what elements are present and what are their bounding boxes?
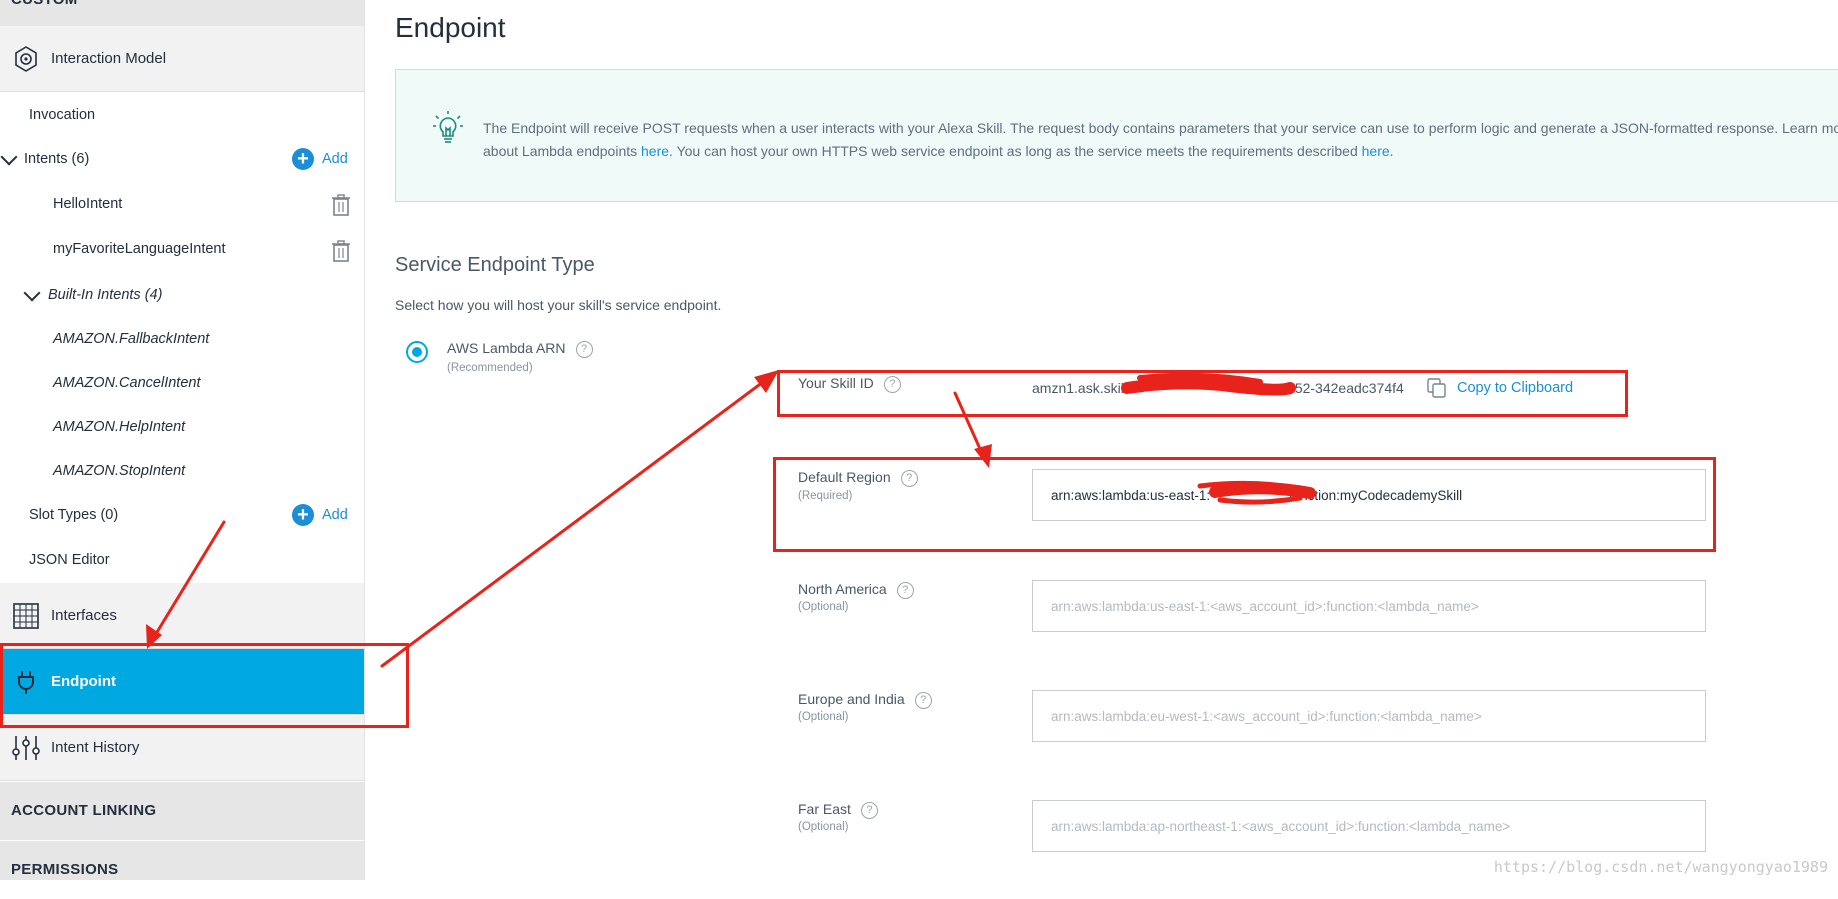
default-region-sub: (Required)	[798, 490, 853, 502]
add-intent-label: Add	[322, 151, 348, 167]
lightbulb-icon	[433, 111, 463, 143]
north-america-label-row: North America?	[798, 581, 914, 599]
intent-history-label: Intent History	[51, 739, 140, 756]
section-header-custom-label: CUSTOM	[11, 0, 78, 8]
add-intent-button[interactable]: + Add	[292, 148, 348, 170]
north-america-sub: (Optional)	[798, 601, 849, 613]
chevron-down-icon[interactable]	[23, 284, 41, 302]
far-east-sub: (Optional)	[798, 821, 849, 833]
add-slot-type-label: Add	[322, 507, 348, 523]
lambda-endpoints-link[interactable]: here	[641, 143, 669, 159]
permissions-label: PERMISSIONS	[11, 861, 119, 878]
sidebar-item-hello-intent[interactable]: HelloIntent	[53, 196, 122, 212]
aws-lambda-arn-label: AWS Lambda ARN	[447, 340, 566, 356]
service-endpoint-type-desc: Select how you will host your skill's se…	[395, 297, 722, 313]
sidebar-item-invocation[interactable]: Invocation	[29, 107, 95, 123]
aws-lambda-arn-radio[interactable]	[406, 341, 428, 363]
plus-icon: +	[292, 504, 314, 526]
page-title: Endpoint	[395, 12, 506, 43]
europe-india-label: Europe and India	[798, 691, 905, 707]
gear-icon	[11, 44, 41, 74]
trash-icon[interactable]	[330, 239, 352, 263]
interaction-model-label: Interaction Model	[51, 50, 167, 67]
sidebar-item-fallback-intent[interactable]: AMAZON.FallbackIntent	[53, 331, 209, 347]
sidebar-group-intent-history[interactable]: Intent History	[0, 715, 364, 781]
default-region-label: Default Region	[798, 469, 891, 485]
sidebar-item-cancel-intent[interactable]: AMAZON.CancelIntent	[53, 375, 200, 391]
info-text: The Endpoint will receive POST requests …	[483, 117, 1838, 163]
account-linking-label: ACCOUNT LINKING	[11, 802, 157, 819]
skill-id-label: Your Skill ID	[798, 375, 874, 391]
default-region-input[interactable]	[1032, 469, 1706, 521]
far-east-label: Far East	[798, 801, 851, 817]
sidebar-item-json-editor[interactable]: JSON Editor	[29, 552, 110, 568]
sidebar-item-intents[interactable]: Intents (6)	[24, 151, 89, 167]
far-east-label-row: Far East?	[798, 801, 878, 819]
copy-to-clipboard-button[interactable]: Copy to Clipboard	[1427, 378, 1573, 398]
sidebar-item-help-intent[interactable]: AMAZON.HelpIntent	[53, 419, 185, 435]
interfaces-label: Interfaces	[51, 607, 117, 624]
help-icon[interactable]: ?	[896, 581, 914, 599]
sidebar-group-interfaces[interactable]: Interfaces	[0, 583, 364, 649]
grid-icon	[11, 601, 41, 631]
trash-icon[interactable]	[330, 193, 352, 217]
sidebar-group-interaction-model[interactable]: Interaction Model	[0, 26, 364, 92]
section-header-custom[interactable]: CUSTOM	[0, 0, 364, 26]
sidebar: CUSTOM Interaction Model Invocation Inte…	[0, 0, 365, 880]
main-content: Endpoint The Endpoint will receive POST …	[365, 0, 1838, 880]
north-america-label: North America	[798, 581, 887, 597]
service-endpoint-type-title: Service Endpoint Type	[395, 254, 595, 276]
sidebar-item-stop-intent[interactable]: AMAZON.StopIntent	[53, 463, 185, 479]
north-america-input[interactable]	[1032, 580, 1706, 632]
plus-icon: +	[292, 148, 314, 170]
default-region-label-row: Default Region?	[798, 469, 918, 487]
sidebar-item-my-favorite-language-intent[interactable]: myFavoriteLanguageIntent	[53, 241, 226, 257]
sidebar-item-built-in-intents[interactable]: Built-In Intents (4)	[48, 287, 162, 303]
help-icon[interactable]: ?	[860, 801, 878, 819]
copy-icon	[1427, 378, 1446, 398]
info-text-part2: . You can host your own HTTPS web servic…	[669, 143, 1362, 159]
sidebar-item-slot-types[interactable]: Slot Types (0)	[29, 507, 118, 523]
requirements-link[interactable]: here	[1362, 143, 1390, 159]
info-text-part3: .	[1389, 143, 1394, 159]
copy-to-clipboard-label: Copy to Clipboard	[1457, 380, 1574, 396]
section-header-permissions[interactable]: PERMISSIONS	[0, 841, 364, 880]
watermark: https://blog.csdn.net/wangyongyao1989	[1493, 858, 1828, 876]
endpoint-label: Endpoint	[51, 673, 116, 690]
help-icon[interactable]: ?	[900, 469, 918, 487]
section-header-account-linking[interactable]: ACCOUNT LINKING	[0, 782, 364, 840]
skill-id-value: amzn1.ask.skill. 52-342eadc374f4	[1032, 380, 1404, 396]
skill-id-label-row: Your Skill ID?	[798, 375, 901, 393]
plug-icon	[11, 667, 41, 697]
skill-id-suffix: 52-342eadc374f4	[1294, 380, 1404, 396]
europe-india-input[interactable]	[1032, 690, 1706, 742]
sidebar-group-endpoint[interactable]: Endpoint	[0, 649, 364, 715]
help-icon[interactable]: ?	[575, 340, 593, 358]
sliders-icon	[11, 733, 41, 763]
far-east-input[interactable]	[1032, 800, 1706, 852]
help-icon[interactable]: ?	[883, 375, 901, 393]
chevron-down-icon[interactable]	[0, 148, 18, 166]
aws-lambda-arn-sub: (Recommended)	[447, 362, 533, 374]
europe-india-sub: (Optional)	[798, 711, 849, 723]
help-icon[interactable]: ?	[914, 691, 932, 709]
aws-lambda-arn-option[interactable]: AWS Lambda ARN?	[447, 340, 593, 358]
add-slot-type-button[interactable]: + Add	[292, 504, 348, 526]
skill-id-prefix: amzn1.ask.skill.	[1032, 380, 1131, 396]
europe-india-label-row: Europe and India?	[798, 691, 932, 709]
